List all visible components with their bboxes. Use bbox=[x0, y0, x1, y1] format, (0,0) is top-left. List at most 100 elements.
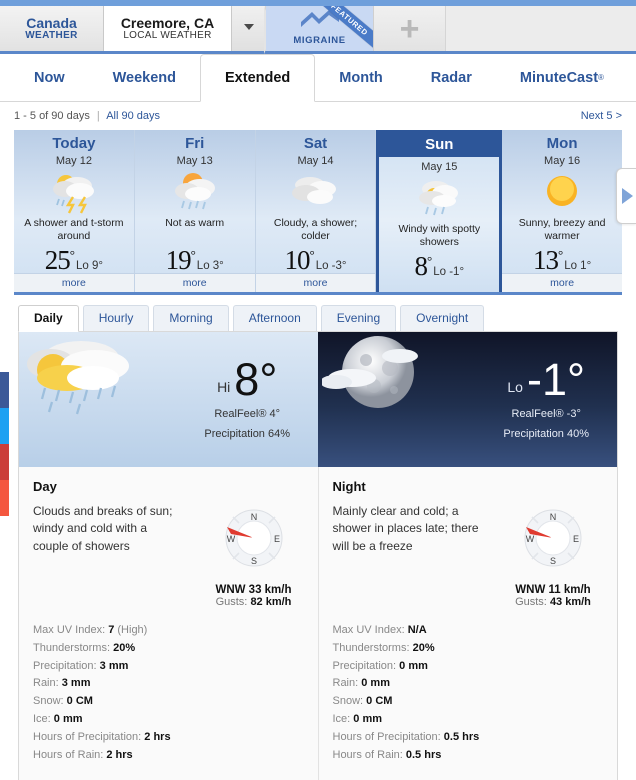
google-share-button[interactable] bbox=[0, 480, 9, 516]
wind-compass-icon: N E S W bbox=[219, 509, 289, 577]
night-narrative: Mainly clear and cold; a shower in place… bbox=[332, 504, 479, 553]
card-temps: 13° Lo 1° bbox=[533, 245, 591, 276]
forecast-card-sat[interactable]: Sat May 14 Cloudy, a shower; colder 10° … bbox=[255, 130, 377, 292]
night-readout: Lo -1° RealFeel® -3° Precipitation 40% bbox=[503, 357, 589, 442]
tab-creemore-local-weather[interactable]: Creemore, CA LOCAL WEATHER bbox=[104, 6, 232, 51]
all-days-link[interactable]: All 90 days bbox=[106, 110, 160, 122]
stat-row: Precipitation: 0 mm bbox=[332, 659, 428, 672]
card-date: May 15 bbox=[421, 161, 458, 173]
night-realfeel: RealFeel® -3° bbox=[511, 408, 581, 421]
next-five-link[interactable]: Next 5 > bbox=[581, 110, 622, 122]
day-precipitation: Precipitation 64% bbox=[204, 428, 290, 440]
tab-canada-weather[interactable]: Canada WEATHER bbox=[0, 6, 104, 51]
stat-row: Hours of Rain: 0.5 hrs bbox=[332, 748, 442, 761]
next-days-arrow-button[interactable] bbox=[616, 168, 636, 224]
nav-item-month[interactable]: Month bbox=[315, 54, 406, 101]
card-description: Cloudy, a shower; colder bbox=[273, 217, 358, 242]
card-description: Sunny, breezy and warmer bbox=[518, 217, 606, 242]
stat-row: Hours of Precipitation: 2 hrs bbox=[33, 730, 171, 743]
moon-cloud-icon bbox=[320, 334, 462, 435]
tab-creemore-title: Creemore, CA bbox=[120, 14, 215, 31]
svg-text:E: E bbox=[273, 534, 279, 544]
nav-item-weekend[interactable]: Weekend bbox=[89, 54, 200, 101]
card-dayname: Fri bbox=[185, 135, 205, 152]
card-more-link[interactable]: more bbox=[255, 273, 376, 292]
tab-daily[interactable]: Daily bbox=[18, 305, 79, 332]
svg-text:W: W bbox=[226, 534, 235, 544]
wind-compass-icon: N E S W bbox=[518, 509, 588, 577]
tab-creemore-subtitle: LOCAL WEATHER bbox=[123, 29, 212, 41]
card-temps: 8° Lo -1° bbox=[415, 251, 465, 282]
tab-overnight[interactable]: Overnight bbox=[400, 305, 485, 331]
stat-row: Thunderstorms: 20% bbox=[33, 641, 136, 654]
card-more-link[interactable]: more bbox=[134, 273, 255, 292]
pager-left: 1 - 5 of 90 days | All 90 days bbox=[14, 110, 160, 122]
tab-evening[interactable]: Evening bbox=[320, 305, 397, 331]
forecast-card-sun[interactable]: Sun May 15 Windy with spotty showers 8° bbox=[376, 130, 503, 292]
tab-hourly[interactable]: Hourly bbox=[82, 305, 150, 331]
night-body: Mainly clear and cold; a shower in place… bbox=[333, 503, 604, 608]
tab-afternoon[interactable]: Afternoon bbox=[232, 305, 317, 331]
tab-canada-subtitle: WEATHER bbox=[25, 29, 78, 41]
night-temp-label: Lo bbox=[507, 378, 523, 395]
period-tabs: Daily Hourly Morning Afternoon Evening O… bbox=[0, 295, 636, 332]
svg-text:S: S bbox=[250, 556, 256, 566]
sun-rain-icon bbox=[168, 170, 222, 216]
forecast-cards: Today May 12 A shower and t-storm around bbox=[14, 130, 622, 295]
card-low: Lo -3° bbox=[315, 260, 347, 272]
night-stats: Max UV Index: N/A Thunderstorms: 20% Pre… bbox=[319, 618, 618, 780]
night-wind: N E S W WNW 11 km/h Gusts: 43 km/h bbox=[503, 503, 603, 608]
svg-text:N: N bbox=[550, 512, 557, 522]
tab-morning[interactable]: Morning bbox=[153, 305, 229, 331]
night-hero-panel: Lo -1° RealFeel® -3° Precipitation 40% bbox=[318, 332, 617, 467]
night-temp-row: Lo -1° bbox=[503, 357, 589, 402]
forecast-card-mon[interactable]: Mon May 16 Sunny, breezy and warmer 13° … bbox=[502, 130, 622, 292]
tab-migraine[interactable]: FEATURED MIGRAINE bbox=[266, 6, 374, 51]
forecast-card-fri[interactable]: Fri May 13 Not as warm 19° Lo 3° more bbox=[134, 130, 256, 292]
nav-item-now[interactable]: Now bbox=[10, 54, 89, 101]
stat-row: Ice: 0 mm bbox=[33, 713, 83, 726]
sunny-icon bbox=[535, 170, 589, 216]
weather-page: Canada WEATHER Creemore, CA LOCAL WEATHE… bbox=[0, 0, 636, 780]
stat-row: Rain: 3 mm bbox=[33, 677, 91, 690]
card-more-link[interactable]: more bbox=[502, 273, 622, 292]
twitter-share-button[interactable] bbox=[0, 408, 9, 444]
day-details: Day Clouds and breaks of sun; windy and … bbox=[19, 467, 318, 618]
add-location-button[interactable]: + bbox=[374, 6, 446, 51]
card-more-link[interactable]: more bbox=[14, 273, 134, 292]
forecast-card-today[interactable]: Today May 12 A shower and t-storm around bbox=[14, 130, 135, 292]
card-dayname: Sat bbox=[303, 135, 328, 152]
cloudy-icon bbox=[288, 170, 342, 216]
primary-nav: Now Weekend Extended Month Radar MinuteC… bbox=[0, 54, 636, 102]
location-dropdown-button[interactable] bbox=[232, 6, 274, 54]
day-heading: Day bbox=[33, 479, 57, 494]
pager-separator: | bbox=[96, 110, 100, 122]
night-gusts-label: Gusts: bbox=[515, 596, 547, 608]
svg-text:N: N bbox=[250, 512, 257, 522]
day-gusts-value: 82 km/h bbox=[250, 596, 292, 608]
stat-row: Rain: 0 mm bbox=[332, 677, 391, 690]
nav-item-minutecast[interactable]: MinuteCast ® bbox=[496, 54, 628, 101]
night-temp-value: -1° bbox=[526, 354, 585, 406]
day-temp-value: 8° bbox=[234, 354, 278, 406]
day-body: Clouds and breaks of sun; windy and cold… bbox=[33, 503, 304, 608]
nav-item-extended[interactable]: Extended bbox=[200, 54, 316, 102]
nav-item-radar[interactable]: Radar bbox=[407, 54, 496, 101]
night-wind-gusts: Gusts: 43 km/h bbox=[503, 596, 603, 608]
card-dayname: Today bbox=[52, 135, 96, 152]
card-date: May 13 bbox=[176, 155, 213, 167]
card-description: Not as warm bbox=[165, 217, 225, 229]
stat-row: Hours of Rain: 2 hrs bbox=[33, 748, 133, 761]
night-stats-column: Max UV Index: N/A Thunderstorms: 20% Pre… bbox=[317, 618, 618, 780]
day-stats-column: Max UV Index: 7 (High) Thunderstorms: 20… bbox=[19, 618, 318, 780]
tab-migraine-label: MIGRAINE bbox=[293, 35, 346, 46]
day-readout: Hi 8° RealFeel® 4° Precipitation 64% bbox=[204, 357, 290, 442]
day-wind: N E S W WNW 33 km/h Gusts: 82 km/h bbox=[204, 503, 304, 608]
card-high: 25° bbox=[44, 245, 75, 275]
stat-row: Snow: 0 CM bbox=[33, 695, 93, 708]
pinterest-share-button[interactable] bbox=[0, 444, 9, 480]
card-temps: 10° Lo -3° bbox=[284, 245, 346, 276]
card-low: Lo 1° bbox=[564, 260, 592, 272]
facebook-share-button[interactable] bbox=[0, 372, 9, 408]
day-temp-label: Hi bbox=[217, 378, 231, 395]
